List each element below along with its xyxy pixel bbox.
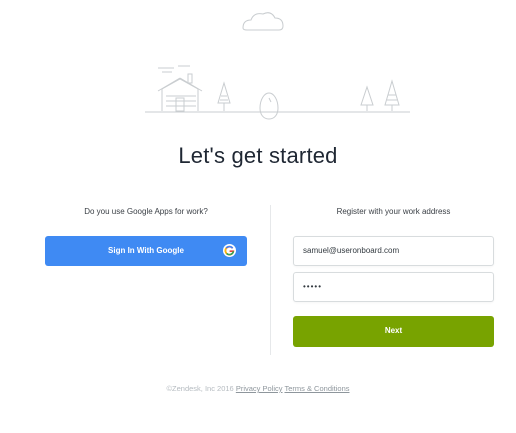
egg-icon: [259, 92, 279, 120]
google-button-label: Sign In With Google: [108, 246, 184, 255]
email-field[interactable]: samuel@useronboard.com: [293, 236, 494, 266]
cloud-icon: [242, 12, 284, 31]
next-button[interactable]: Next: [293, 316, 494, 347]
privacy-policy-link[interactable]: Privacy Policy: [236, 384, 283, 393]
signup-page: Let's get started Do you use Google Apps…: [0, 0, 516, 433]
google-signin-section: Do you use Google Apps for work? Sign In…: [45, 202, 247, 266]
google-g-icon: [223, 244, 236, 257]
terms-link[interactable]: Terms & Conditions: [284, 384, 349, 393]
copyright-text: ©Zendesk, Inc 2016: [166, 384, 234, 393]
tree-icon: [360, 85, 374, 111]
tree-icon: [384, 79, 400, 111]
register-section: Register with your work address samuel@u…: [293, 202, 494, 347]
google-apps-prompt: Do you use Google Apps for work?: [84, 207, 208, 216]
password-field[interactable]: •••••: [293, 272, 494, 302]
column-divider: [270, 205, 271, 355]
footer: ©Zendesk, Inc 2016 Privacy Policy Terms …: [0, 384, 516, 393]
landscape-egg-illustration: [145, 12, 410, 120]
tree-icon: [217, 81, 231, 111]
house-icon: [157, 65, 203, 112]
page-title: Let's get started: [178, 143, 338, 168]
register-prompt: Register with your work address: [336, 207, 451, 216]
sign-in-with-google-button[interactable]: Sign In With Google: [45, 236, 247, 266]
